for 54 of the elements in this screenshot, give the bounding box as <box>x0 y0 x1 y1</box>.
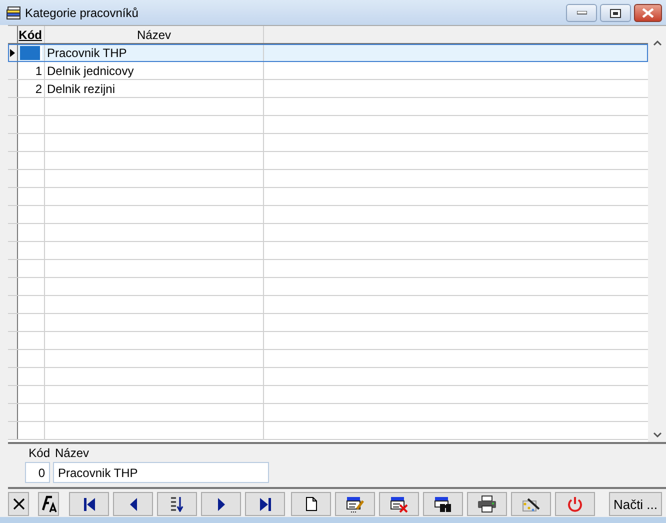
edit-button[interactable] <box>335 492 375 516</box>
printer-icon <box>477 495 497 513</box>
last-record-button[interactable] <box>245 492 285 516</box>
table-row[interactable]: 2 Delnik rezijni <box>8 80 648 98</box>
delete-record-icon <box>390 495 408 513</box>
current-row-icon <box>10 48 15 56</box>
window-title: Kategorie pracovníků <box>25 6 140 20</box>
next-record-icon <box>218 498 224 510</box>
next-record-button[interactable] <box>201 492 241 516</box>
maximize-button[interactable] <box>600 4 631 22</box>
minimize-icon <box>576 11 586 15</box>
load-button[interactable]: Načti ... <box>609 492 662 516</box>
new-record-button[interactable] <box>291 492 331 516</box>
binoculars-icon <box>434 495 452 513</box>
table-row[interactable]: 1 Delnik jednicovy <box>8 62 648 80</box>
edit-record-icon <box>346 495 364 513</box>
power-icon <box>567 496 583 512</box>
minimize-button[interactable] <box>566 4 597 22</box>
cancel-icon <box>12 497 26 511</box>
delete-button[interactable] <box>379 492 419 516</box>
close-button[interactable] <box>634 4 662 22</box>
previous-record-icon <box>130 498 136 510</box>
table-cell: Pracovnik THP <box>45 44 264 61</box>
font-icon <box>40 495 58 513</box>
app-icon <box>6 6 22 20</box>
font-button[interactable] <box>38 492 59 516</box>
column-header[interactable]: Kód <box>18 26 45 43</box>
close-icon <box>642 8 654 18</box>
name-field[interactable]: Pracovnik THP <box>53 462 269 483</box>
new-document-icon <box>306 497 316 511</box>
find-button[interactable] <box>423 492 463 516</box>
exit-button[interactable] <box>555 492 595 516</box>
previous-record-button[interactable] <box>113 492 153 516</box>
cell-editor[interactable] <box>20 46 42 60</box>
table-cell: Delnik jednicovy <box>45 62 264 79</box>
last-record-icon <box>260 498 270 510</box>
scroll-up-icon[interactable] <box>652 40 662 46</box>
field-label: Kód <box>28 446 50 460</box>
first-record-icon <box>84 498 94 510</box>
scroll-down-icon[interactable] <box>652 432 662 438</box>
wizard-button[interactable] <box>511 492 551 516</box>
table-cell: 2 <box>18 80 45 97</box>
cancel-button[interactable] <box>8 492 29 516</box>
table-cell: 1 <box>18 62 45 79</box>
code-field[interactable]: 0 <box>25 462 50 483</box>
first-record-button[interactable] <box>69 492 109 516</box>
table-row[interactable]: Pracovnik THP <box>8 44 648 62</box>
sort-button[interactable] <box>157 492 197 516</box>
sort-icon <box>170 496 184 512</box>
field-label: Název <box>55 446 90 460</box>
print-button[interactable] <box>467 492 507 516</box>
table-cell: Delnik rezijni <box>45 80 264 97</box>
row-header[interactable] <box>8 44 18 61</box>
maximize-icon <box>610 8 621 18</box>
